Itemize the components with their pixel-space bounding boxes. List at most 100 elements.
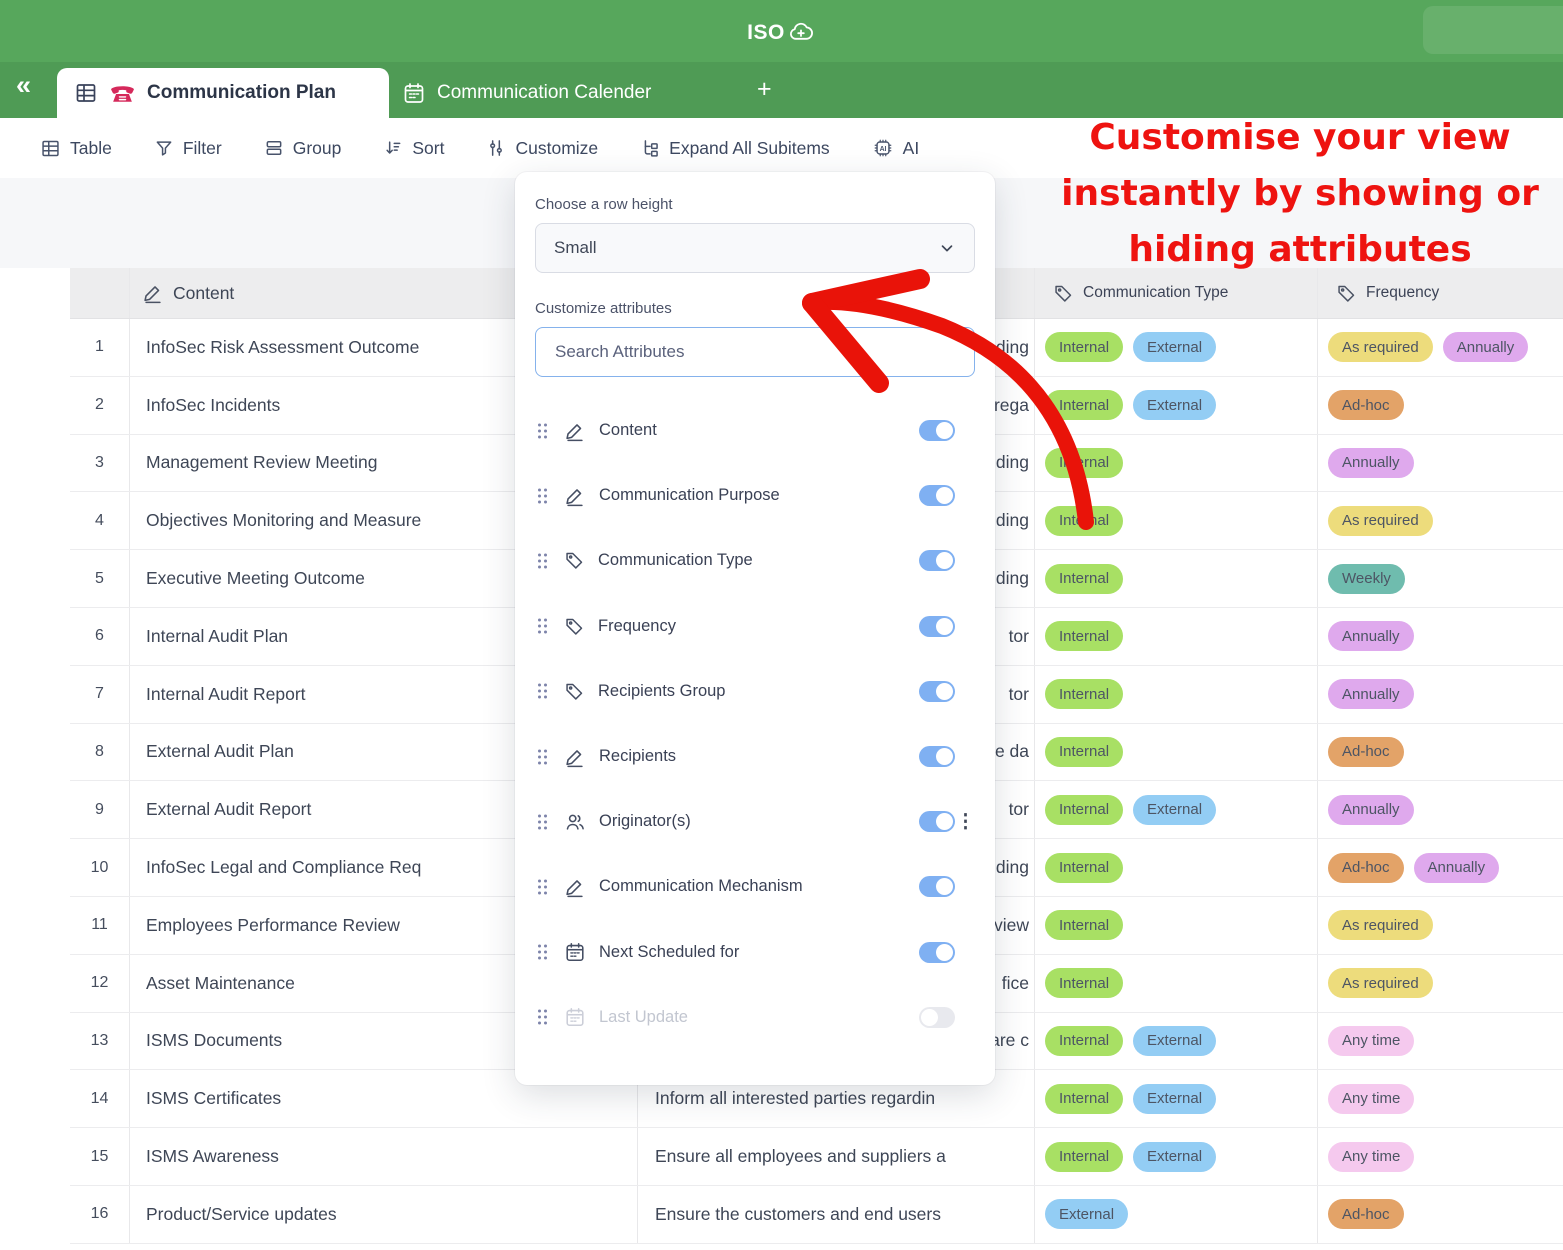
tag-external: External	[1133, 1026, 1216, 1056]
column-header-communication-type[interactable]: Communication Type	[1035, 268, 1318, 318]
expand-icon	[640, 138, 660, 158]
add-view-button[interactable]: +	[757, 75, 772, 104]
tag-internal: Internal	[1045, 506, 1123, 536]
communication-type-cell[interactable]: Internal	[1035, 839, 1318, 896]
communication-type-cell[interactable]: InternalExternal	[1035, 377, 1318, 434]
tag-icon	[564, 681, 585, 702]
tag-external: External	[1133, 795, 1216, 825]
communication-type-cell[interactable]: Internal	[1035, 492, 1318, 549]
purpose-cell[interactable]: Ensure all employees and suppliers a	[638, 1128, 1035, 1185]
communication-type-cell[interactable]: Internal	[1035, 608, 1318, 665]
drag-handle-icon[interactable]	[536, 942, 549, 962]
attribute-item-communication-type: Communication Type	[515, 528, 995, 593]
table-row[interactable]: 16Product/Service updatesEnsure the cust…	[70, 1186, 1563, 1244]
frequency-cell[interactable]: As required	[1318, 492, 1563, 549]
communication-type-cell[interactable]: Internal	[1035, 435, 1318, 492]
toolbar-customize-button[interactable]: Customize	[486, 138, 598, 159]
tab-communication-calender[interactable]: Communication Calender	[402, 68, 651, 118]
frequency-cell[interactable]: Annually	[1318, 608, 1563, 665]
toolbar-table-button[interactable]: Table	[40, 138, 112, 159]
communication-type-cell[interactable]: Internal	[1035, 550, 1318, 607]
purpose-cell[interactable]: Ensure the customers and end users	[638, 1186, 1035, 1243]
drag-handle-icon[interactable]	[536, 812, 549, 832]
search-attributes-input[interactable]	[535, 327, 975, 377]
pencil-icon	[564, 876, 586, 898]
communication-type-cell[interactable]: Internal	[1035, 897, 1318, 954]
toggle-communication-type[interactable]	[919, 550, 955, 571]
tag-internal: Internal	[1045, 332, 1123, 362]
communication-type-cell[interactable]: Internal	[1035, 666, 1318, 723]
drag-handle-icon[interactable]	[536, 1007, 549, 1027]
frequency-cell[interactable]: Annually	[1318, 666, 1563, 723]
attribute-item-content: Content	[515, 398, 995, 463]
header-label: Communication Type	[1083, 284, 1228, 302]
tag-any-time: Any time	[1328, 1142, 1414, 1172]
toolbar-ai-button[interactable]: AIAI	[872, 137, 920, 159]
drag-handle-icon[interactable]	[536, 747, 549, 767]
kebab-menu-icon[interactable]: ⋮	[956, 810, 975, 833]
toolbar-sort-button[interactable]: Sort	[383, 138, 444, 159]
column-header-frequency[interactable]: Frequency	[1318, 268, 1563, 318]
chevron-down-icon	[938, 239, 956, 257]
frequency-cell[interactable]: Ad-hocAnnually	[1318, 839, 1563, 896]
frequency-cell[interactable]: Any time	[1318, 1013, 1563, 1070]
drag-handle-icon[interactable]	[536, 877, 549, 897]
frequency-cell[interactable]: Annually	[1318, 435, 1563, 492]
toggle-next-scheduled-for[interactable]	[919, 942, 955, 963]
drag-handle-icon[interactable]	[536, 551, 549, 571]
communication-type-cell[interactable]: InternalExternal	[1035, 781, 1318, 838]
tag-any-time: Any time	[1328, 1026, 1414, 1056]
frequency-cell[interactable]: As required	[1318, 897, 1563, 954]
frequency-cell[interactable]: As required	[1318, 955, 1563, 1012]
communication-type-cell[interactable]: InternalExternal	[1035, 1013, 1318, 1070]
tag-external: External	[1133, 332, 1216, 362]
tag-as-required: As required	[1328, 332, 1433, 362]
frequency-cell[interactable]: Any time	[1318, 1128, 1563, 1185]
frequency-cell[interactable]: Ad-hoc	[1318, 377, 1563, 434]
drag-handle-icon[interactable]	[536, 681, 549, 701]
toggle-last-update[interactable]	[919, 1007, 955, 1028]
toolbar-filter-button[interactable]: Filter	[154, 138, 222, 159]
toggle-originator-s[interactable]	[919, 811, 955, 832]
drag-handle-icon[interactable]	[536, 616, 549, 636]
toggle-communication-mechanism[interactable]	[919, 876, 955, 897]
communication-type-cell[interactable]: InternalExternal	[1035, 1070, 1318, 1127]
calendar-icon	[564, 941, 586, 963]
toggle-recipients-group[interactable]	[919, 681, 955, 702]
tag-icon	[564, 616, 585, 637]
table-toolbar: Table Filter Group Sort Customize Expand All …	[0, 118, 1563, 178]
table-row[interactable]: 15ISMS AwarenessEnsure all employees and…	[70, 1128, 1563, 1186]
toolbar-expand-all-subitems-button[interactable]: Expand All Subitems	[640, 138, 830, 159]
communication-type-cell[interactable]: Internal	[1035, 724, 1318, 781]
frequency-cell[interactable]: Annually	[1318, 781, 1563, 838]
tag-as-required: As required	[1328, 968, 1433, 998]
frequency-cell[interactable]: As requiredAnnually	[1318, 319, 1563, 376]
toolbar-group-button[interactable]: Group	[264, 138, 342, 159]
drag-handle-icon[interactable]	[536, 421, 549, 441]
drag-handle-icon[interactable]	[536, 486, 549, 506]
communication-type-cell[interactable]: Internal External	[1035, 319, 1318, 376]
toggle-recipients[interactable]	[919, 746, 955, 767]
frequency-cell[interactable]: Ad-hoc	[1318, 724, 1563, 781]
content-cell[interactable]: ISMS Awareness	[130, 1128, 638, 1185]
communication-type-cell[interactable]: External	[1035, 1186, 1318, 1243]
attribute-item-recipients-group: Recipients Group	[515, 659, 995, 724]
toggle-communication-purpose[interactable]	[919, 485, 955, 506]
sort-icon	[383, 138, 403, 158]
content-cell[interactable]: Product/Service updates	[130, 1186, 638, 1243]
tag-external: External	[1133, 390, 1216, 420]
communication-type-cell[interactable]: InternalExternal	[1035, 1128, 1318, 1185]
frequency-cell[interactable]: Weekly	[1318, 550, 1563, 607]
frequency-cell[interactable]: Any time	[1318, 1070, 1563, 1127]
row-height-select[interactable]: Small	[535, 223, 975, 273]
tag-annually: Annually	[1328, 621, 1414, 651]
customize-icon	[486, 138, 506, 158]
collapse-sidebar-icon[interactable]: «	[16, 70, 31, 101]
toggle-frequency[interactable]	[919, 616, 955, 637]
tag-internal: Internal	[1045, 853, 1123, 883]
toggle-content[interactable]	[919, 420, 955, 441]
frequency-cell[interactable]: Ad-hoc	[1318, 1186, 1563, 1243]
tab-communication-plan[interactable]: Communication Plan	[57, 68, 389, 118]
pencil-icon	[564, 746, 586, 768]
communication-type-cell[interactable]: Internal	[1035, 955, 1318, 1012]
